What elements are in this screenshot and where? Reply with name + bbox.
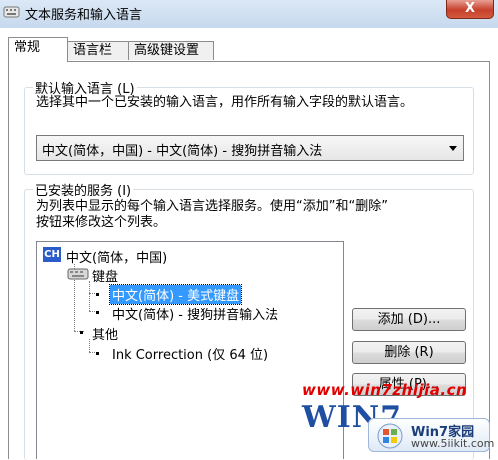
remove-button[interactable]: 删除 (R) — [352, 341, 466, 364]
tree-bullet — [96, 293, 99, 296]
default-language-select[interactable]: 中文(简体，中国) - 中文(简体) - 搜狗拼音输入法 — [36, 135, 464, 161]
watermark-badge: Win7家园 www.5iikit.com — [368, 418, 494, 452]
default-language-description: 选择其中一个已安装的输入语言，用作所有输入字段的默认语言。 — [36, 95, 414, 110]
watermark-badge-url: www.5iikit.com — [411, 437, 495, 450]
installed-services-group-title: 已安装的服务 (I) — [33, 180, 134, 199]
add-button[interactable]: 添加 (D)... — [352, 308, 466, 331]
tree-bullet — [96, 352, 99, 355]
tree-bullet — [80, 331, 83, 334]
tree-item-selected[interactable]: 中文(简体) - 美式键盘 — [108, 284, 243, 305]
tab-advanced-key-settings[interactable]: 高级键设置 — [128, 41, 214, 60]
tree-bullet — [96, 311, 99, 314]
windows-logo-icon — [377, 423, 403, 449]
tree-item[interactable]: Ink Correction (仅 64 位) — [112, 344, 268, 363]
tree-keyboard-node[interactable]: 键盘 — [92, 266, 118, 285]
chevron-down-icon — [449, 146, 457, 151]
tree-other-node[interactable]: 其他 — [92, 324, 118, 343]
window-title: 文本服务和输入语言 — [25, 8, 143, 23]
default-language-value: 中文(简体，中国) - 中文(简体) - 搜狗拼音输入法 — [42, 144, 323, 159]
tab-language-bar[interactable]: 语言栏 — [67, 41, 129, 60]
tree-item[interactable]: 中文(简体) - 搜狗拼音输入法 — [112, 304, 278, 323]
services-tree[interactable]: CH 中文(简体，中国) 键盘 中文(简体) - 美式键盘 中文(简体) - 搜… — [36, 241, 344, 459]
tree-language-node[interactable]: 中文(简体，中国) — [66, 247, 167, 266]
title-bar: 文本服务和输入语言 X — [0, 0, 498, 28]
watermark-url: www.win7zhijia.cn — [302, 381, 468, 399]
keyboard-icon — [67, 268, 89, 280]
close-button[interactable]: X — [446, 0, 494, 19]
keyboard-app-icon — [3, 6, 20, 18]
language-badge-icon: CH — [43, 247, 61, 262]
installed-services-description-1: 为列表中显示的每个输入语言选择服务。使用“添加”和“删除” — [36, 199, 388, 214]
installed-services-description-2: 按钮来修改这个列表。 — [36, 215, 167, 230]
tree-line — [89, 339, 90, 352]
tab-general[interactable]: 常规 — [8, 37, 68, 62]
tree-line — [89, 281, 90, 311]
